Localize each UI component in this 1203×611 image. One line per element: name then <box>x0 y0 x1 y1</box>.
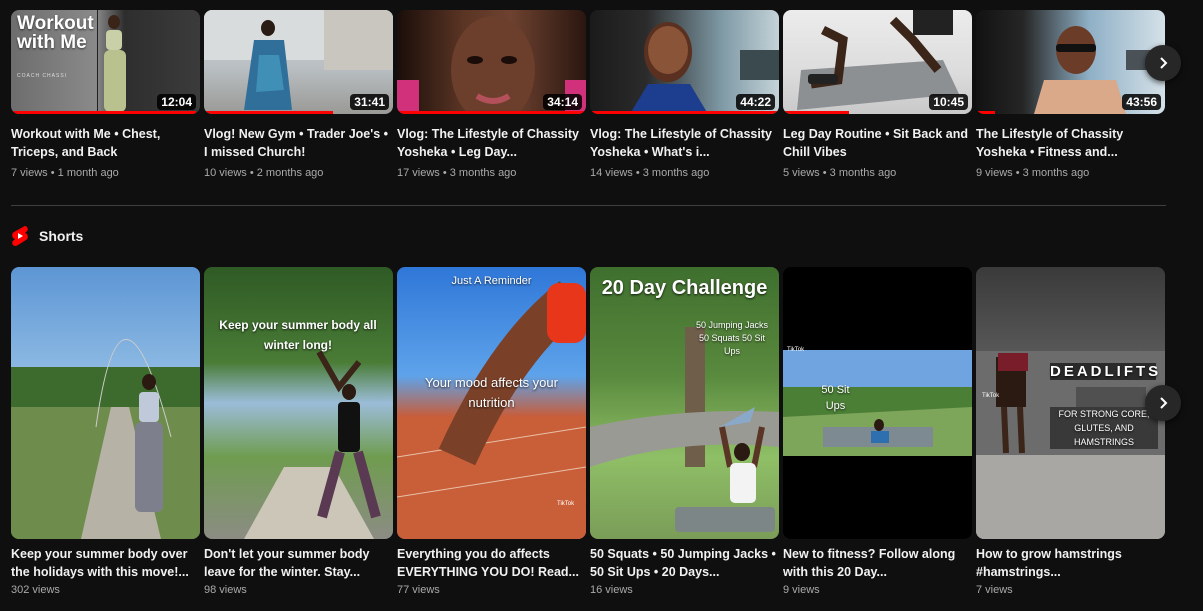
watch-progress-bar <box>204 111 333 114</box>
short-caption-top: Just A Reminder <box>451 275 532 287</box>
duration-badge: 34:14 <box>543 94 582 110</box>
watch-progress-bar <box>783 111 850 114</box>
watch-progress-bar <box>11 111 197 114</box>
short-views: 7 views <box>976 584 1013 596</box>
video-thumbnail[interactable]: 31:41 <box>204 10 393 114</box>
video-title[interactable]: Vlog: The Lifestyle of Chassity Yosheka … <box>590 125 779 161</box>
short-card[interactable]: Just A Reminder Your mood affects your n… <box>397 267 586 596</box>
situp-scene <box>783 350 972 456</box>
short-card[interactable]: Keep your summer body over the holidays … <box>11 267 200 596</box>
short-caption-text: Your mood affects your nutrition <box>425 375 558 410</box>
video-title[interactable]: Vlog: The Lifestyle of Chassity Yosheka … <box>397 125 586 161</box>
short-title[interactable]: New to fitness? Follow along with this 2… <box>783 545 972 581</box>
duration-badge: 12:04 <box>157 94 196 110</box>
video-thumbnail[interactable]: 43:56 <box>976 10 1165 114</box>
video-card[interactable]: 31:41 Vlog! New Gym • Trader Joe's • I m… <box>204 10 393 179</box>
short-card[interactable]: Keep your summer body all winter long! D… <box>204 267 393 596</box>
duration-badge: 43:56 <box>1122 94 1161 110</box>
short-thumbnail[interactable] <box>11 267 200 539</box>
jump-rope-scene <box>11 339 200 539</box>
short-card[interactable]: DEADLIFTS FOR STRONG CORE, GLUTES, AND H… <box>976 267 1165 596</box>
video-card[interactable]: 34:14 Vlog: The Lifestyle of Chassity Yo… <box>397 10 586 179</box>
short-views: 16 views <box>590 584 633 596</box>
short-views: 302 views <box>11 584 60 596</box>
short-views: 9 views <box>783 584 820 596</box>
video-thumbnail[interactable]: 10:45 <box>783 10 972 114</box>
shorts-logo-icon <box>12 226 28 246</box>
short-thumbnail[interactable]: DEADLIFTS FOR STRONG CORE, GLUTES, AND H… <box>976 267 1165 539</box>
short-caption-text: 50 Jumping Jacks 50 Squats 50 Sit Ups <box>695 320 769 356</box>
video-meta: 5 views • 3 months ago <box>783 167 897 179</box>
video-meta: 9 views • 3 months ago <box>976 167 1090 179</box>
short-thumbnail[interactable]: 20 Day Challenge 50 Jumping Jacks 50 Squ… <box>590 267 779 539</box>
short-thumbnail[interactable]: 50 Sit Ups TikTok <box>783 267 972 539</box>
video-meta: 14 views • 3 months ago <box>590 167 710 179</box>
video-card[interactable]: 44:22 Vlog: The Lifestyle of Chassity Yo… <box>590 10 779 179</box>
watch-progress-bar <box>397 111 586 114</box>
shorts-shelf: Keep your summer body over the holidays … <box>11 267 1165 596</box>
short-title[interactable]: Don't let your summer body leave for the… <box>204 545 393 581</box>
video-card[interactable]: Workout with Me COACH CHASSI 12:04 Worko… <box>11 10 200 179</box>
person-jumping <box>244 350 381 539</box>
video-title[interactable]: Vlog! New Gym • Trader Joe's • I missed … <box>204 125 393 161</box>
short-title[interactable]: How to grow hamstrings #hamstrings... <box>976 545 1165 581</box>
short-title[interactable]: Everything you do affects EVERYTHING YOU… <box>397 545 586 581</box>
shorts-section-header: Shorts <box>11 226 83 246</box>
video-meta: 17 views • 3 months ago <box>397 167 517 179</box>
tiktok-watermark: TikTok <box>787 347 805 353</box>
chevron-right-icon <box>1160 397 1168 409</box>
short-card[interactable]: 50 Sit Ups TikTok New to fitness? Follow… <box>783 267 972 596</box>
deadlift-scene <box>976 351 1165 539</box>
short-thumbnail[interactable]: Just A Reminder Your mood affects your n… <box>397 267 586 539</box>
short-card[interactable]: 20 Day Challenge 50 Jumping Jacks 50 Squ… <box>590 267 779 596</box>
video-title[interactable]: Leg Day Routine • Sit Back and Chill Vib… <box>783 125 972 161</box>
thumbnail-subtitle-text: COACH CHASSI <box>17 73 68 79</box>
video-card[interactable]: 43:56 The Lifestyle of Chassity Yosheka … <box>976 10 1165 179</box>
tiktok-watermark: TikTok <box>982 393 1000 399</box>
shorts-shelf-next-button[interactable] <box>1145 385 1181 421</box>
video-thumbnail[interactable]: 34:14 <box>397 10 586 114</box>
short-caption-text: FOR STRONG CORE, GLUTES, AND HAMSTRINGS <box>1050 407 1158 449</box>
short-views: 77 views <box>397 584 440 596</box>
video-thumbnail[interactable]: 44:22 <box>590 10 779 114</box>
section-divider <box>11 205 1166 206</box>
video-meta: 10 views • 2 months ago <box>204 167 324 179</box>
short-caption-top: 20 Day Challenge <box>601 277 768 299</box>
watch-progress-bar <box>976 111 995 114</box>
video-shelf: Workout with Me COACH CHASSI 12:04 Worko… <box>11 10 1165 179</box>
short-title[interactable]: 50 Squats • 50 Jumping Jacks • 50 Sit Up… <box>590 545 779 581</box>
duration-badge: 10:45 <box>929 94 968 110</box>
park-exercise-scene <box>590 327 779 532</box>
tiktok-watermark: TikTok <box>557 501 575 507</box>
video-shelf-next-button[interactable] <box>1145 45 1181 81</box>
chevron-right-icon <box>1160 57 1168 69</box>
video-thumbnail[interactable]: Workout with Me COACH CHASSI 12:04 <box>11 10 200 114</box>
short-caption-text: Keep your summer body all winter long! <box>219 318 377 352</box>
short-views: 98 views <box>204 584 247 596</box>
short-title[interactable]: Keep your summer body over the holidays … <box>11 545 200 581</box>
thumbnail-title-text: Workout with Me <box>17 13 94 53</box>
short-caption-top: DEADLIFTS <box>1050 363 1162 380</box>
watch-progress-bar <box>590 111 779 114</box>
video-title[interactable]: The Lifestyle of Chassity Yosheka • Fitn… <box>976 125 1165 161</box>
short-caption-text: 50 Sit Ups <box>821 384 850 412</box>
video-card[interactable]: 10:45 Leg Day Routine • Sit Back and Chi… <box>783 10 972 179</box>
video-meta: 7 views • 1 month ago <box>11 167 119 179</box>
shorts-section-title: Shorts <box>39 228 84 244</box>
short-thumbnail[interactable]: Keep your summer body all winter long! <box>204 267 393 539</box>
video-title[interactable]: Workout with Me • Chest, Triceps, and Ba… <box>11 125 200 161</box>
duration-badge: 31:41 <box>350 94 389 110</box>
duration-badge: 44:22 <box>736 94 775 110</box>
